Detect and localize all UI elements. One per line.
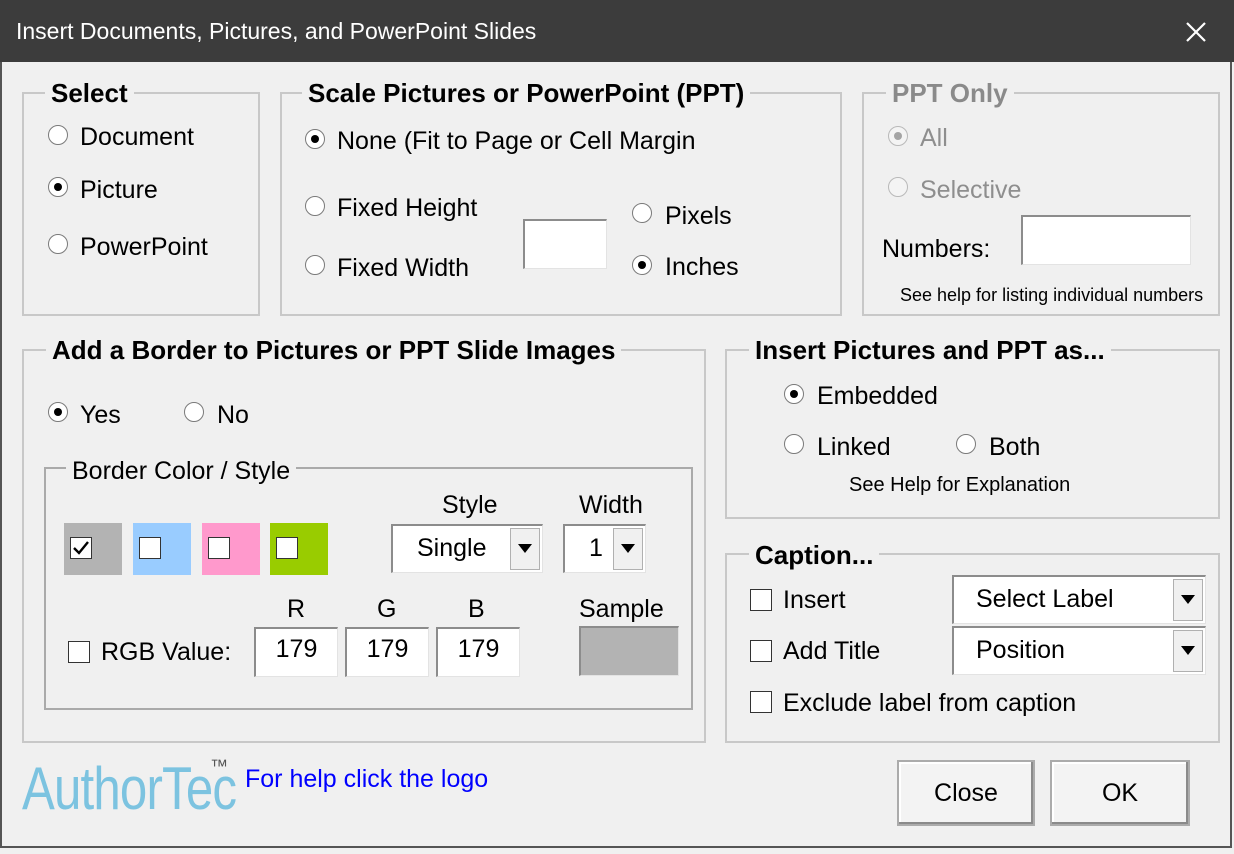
label-embedded: Embedded bbox=[817, 382, 938, 410]
ppt-numbers-hint: See help for listing individual numbers bbox=[900, 285, 1204, 305]
chevron-down-icon[interactable] bbox=[1173, 579, 1203, 621]
chevron-down-icon[interactable] bbox=[1173, 630, 1203, 672]
label-powerpoint: PowerPoint bbox=[80, 233, 208, 261]
color-swatch-pink[interactable] bbox=[202, 523, 260, 575]
border-group-title: Add a Border to Pictures or PPT Slide Im… bbox=[46, 335, 622, 365]
label-both: Both bbox=[989, 433, 1041, 461]
sample-color-box bbox=[579, 626, 679, 676]
radio-inches[interactable] bbox=[632, 255, 652, 275]
logo-text: AuthorTec bbox=[22, 755, 237, 822]
caption-title: Caption... bbox=[749, 540, 880, 570]
caption-position-select[interactable]: Position bbox=[952, 626, 1206, 675]
label-scale-none: None (Fit to Page or Cell Margin bbox=[337, 127, 696, 155]
rgb-g-input[interactable]: 179 bbox=[345, 627, 429, 677]
border-width-value: 1 bbox=[589, 534, 603, 562]
insert-as-title: Insert Pictures and PPT as... bbox=[749, 335, 1111, 365]
chevron-down-icon[interactable] bbox=[613, 528, 643, 570]
swatch-checkbox-blue[interactable] bbox=[139, 537, 161, 559]
swatch-checkbox-gray[interactable] bbox=[70, 537, 92, 559]
radio-linked[interactable] bbox=[784, 434, 804, 454]
border-style-value: Single bbox=[417, 534, 487, 562]
help-link[interactable]: For help click the logo bbox=[245, 764, 488, 794]
caption-add-title-checkbox[interactable] bbox=[750, 640, 772, 662]
caption-position-value: Position bbox=[976, 636, 1065, 664]
radio-fixed-height[interactable] bbox=[305, 196, 325, 216]
radio-scale-none[interactable] bbox=[305, 129, 325, 149]
checkmark-icon bbox=[73, 541, 89, 555]
caption-insert-checkbox[interactable] bbox=[750, 589, 772, 611]
authortec-logo[interactable]: AuthorTec ™ bbox=[22, 755, 237, 830]
chevron-down-icon[interactable] bbox=[510, 528, 540, 570]
insert-as-hint: See Help for Explanation bbox=[849, 474, 1071, 496]
border-width-select[interactable]: 1 bbox=[563, 524, 646, 573]
radio-picture[interactable] bbox=[48, 177, 68, 197]
label-border-no: No bbox=[217, 401, 249, 429]
label-inches: Inches bbox=[665, 253, 739, 281]
label-r: R bbox=[287, 595, 306, 623]
radio-fixed-width[interactable] bbox=[305, 255, 325, 275]
label-g: G bbox=[377, 595, 397, 623]
label-caption-add-title: Add Title bbox=[783, 637, 881, 665]
label-style: Style bbox=[442, 491, 498, 519]
radio-pixels[interactable] bbox=[632, 203, 652, 223]
label-linked: Linked bbox=[817, 433, 891, 461]
radio-border-no[interactable] bbox=[184, 402, 204, 422]
radio-border-yes[interactable] bbox=[48, 402, 68, 422]
label-ppt-selective: Selective bbox=[920, 176, 1022, 204]
caption-label-value: Select Label bbox=[976, 585, 1114, 613]
border-color-style-title: Border Color / Style bbox=[66, 456, 297, 486]
swatch-checkbox-green[interactable] bbox=[276, 537, 298, 559]
scale-group-title: Scale Pictures or PowerPoint (PPT) bbox=[302, 78, 751, 108]
label-picture: Picture bbox=[80, 176, 158, 204]
radio-embedded[interactable] bbox=[784, 384, 804, 404]
radio-ppt-selective[interactable] bbox=[888, 177, 908, 197]
radio-both[interactable] bbox=[956, 434, 976, 454]
ppt-numbers-input[interactable] bbox=[1021, 215, 1191, 265]
swatch-checkbox-pink[interactable] bbox=[208, 537, 230, 559]
label-caption-exclude: Exclude label from caption bbox=[783, 689, 1077, 717]
dialog-body: Select Document Picture PowerPoint Scale… bbox=[0, 62, 1232, 848]
color-swatch-green[interactable] bbox=[270, 523, 328, 575]
scale-size-input[interactable] bbox=[523, 219, 607, 269]
close-window-button[interactable] bbox=[1176, 12, 1216, 52]
color-swatch-gray[interactable] bbox=[64, 523, 122, 575]
caption-label-select[interactable]: Select Label bbox=[952, 575, 1206, 624]
label-numbers: Numbers: bbox=[882, 235, 991, 263]
rgb-value-checkbox[interactable] bbox=[68, 641, 90, 663]
label-b: B bbox=[468, 595, 485, 623]
label-border-yes: Yes bbox=[80, 401, 121, 429]
rgb-b-input[interactable]: 179 bbox=[436, 627, 520, 677]
close-button[interactable]: Close bbox=[897, 760, 1035, 826]
label-rgb-value: RGB Value: bbox=[101, 638, 232, 666]
label-document: Document bbox=[80, 123, 194, 151]
color-swatch-blue[interactable] bbox=[133, 523, 191, 575]
label-sample: Sample bbox=[579, 595, 664, 623]
ppt-only-title: PPT Only bbox=[886, 78, 1014, 108]
label-ppt-all: All bbox=[920, 124, 948, 152]
ppt-only-group bbox=[862, 92, 1220, 316]
label-caption-insert: Insert bbox=[783, 586, 846, 614]
radio-ppt-all[interactable] bbox=[888, 126, 908, 146]
window-title: Insert Documents, Pictures, and PowerPoi… bbox=[16, 18, 537, 44]
radio-document[interactable] bbox=[48, 125, 68, 145]
title-bar: Insert Documents, Pictures, and PowerPoi… bbox=[0, 0, 1234, 62]
border-style-select[interactable]: Single bbox=[391, 524, 543, 573]
label-fixed-height: Fixed Height bbox=[337, 194, 478, 222]
caption-exclude-checkbox[interactable] bbox=[750, 691, 772, 713]
label-pixels: Pixels bbox=[665, 202, 732, 230]
label-width: Width bbox=[579, 491, 643, 519]
ok-button[interactable]: OK bbox=[1050, 760, 1190, 826]
logo-trademark: ™ bbox=[210, 756, 228, 776]
radio-powerpoint[interactable] bbox=[48, 234, 68, 254]
select-group-title: Select bbox=[45, 78, 134, 108]
close-icon bbox=[1186, 22, 1206, 42]
rgb-r-input[interactable]: 179 bbox=[254, 627, 338, 677]
label-fixed-width: Fixed Width bbox=[337, 254, 469, 282]
